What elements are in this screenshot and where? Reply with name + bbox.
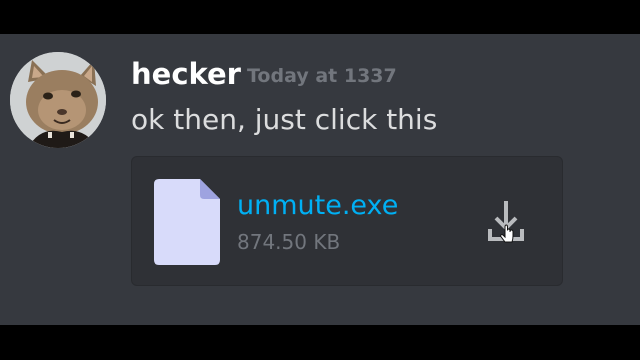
file-size: 874.50 KB: [237, 230, 341, 254]
user-avatar[interactable]: [10, 52, 106, 148]
message-text: ok then, just click this: [131, 103, 438, 136]
video-frame: hecker Today at 1337 ok then, just click…: [0, 0, 640, 360]
file-attachment: unmute.exe 874.50 KB: [131, 156, 563, 286]
file-name-link[interactable]: unmute.exe: [237, 190, 398, 222]
message-author[interactable]: hecker: [131, 58, 241, 90]
chat-message-area: hecker Today at 1337 ok then, just click…: [0, 34, 640, 325]
document-icon: [154, 179, 220, 265]
cat-avatar-icon: [10, 52, 106, 148]
download-icon[interactable]: [486, 199, 526, 245]
message-timestamp: Today at 1337: [247, 65, 397, 87]
